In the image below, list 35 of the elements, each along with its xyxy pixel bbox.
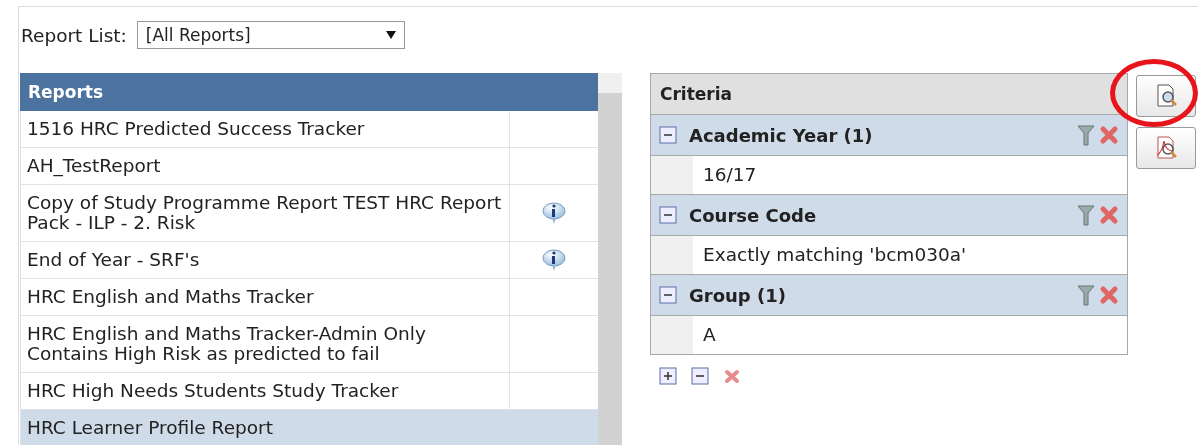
expand-all-icon[interactable] (659, 367, 677, 385)
report-list-label: Report List: (21, 24, 127, 46)
report-name[interactable]: AH_TestReport (21, 148, 510, 184)
panel-header: Criteria (651, 74, 1127, 115)
remove-icon[interactable] (1099, 285, 1119, 305)
report-name[interactable]: HRC English and Maths Tracker-Admin Only Contains High Risk as predicted to fail (21, 316, 510, 372)
criteria-value: A (693, 316, 1127, 354)
scrollbar[interactable] (598, 73, 622, 445)
collapse-icon[interactable] (659, 206, 677, 224)
pdf-preview-button[interactable] (1136, 127, 1196, 169)
table-header: Reports (20, 73, 598, 111)
criteria-title: Group (1) (689, 284, 787, 306)
preview-button[interactable] (1136, 75, 1196, 117)
filter-icon[interactable] (1077, 284, 1095, 306)
report-name[interactable]: HRC High Needs Students Study Tracker (21, 373, 510, 409)
report-name[interactable]: 1516 HRC Predicted Success Tracker (21, 111, 510, 147)
report-name[interactable]: End of Year - SRF's (21, 242, 510, 278)
filter-icon[interactable] (1077, 204, 1095, 226)
criteria-value: 16/17 (693, 156, 1127, 194)
collapse-all-icon[interactable] (691, 367, 709, 385)
caret-icon (385, 31, 396, 39)
collapse-icon[interactable] (659, 126, 677, 144)
report-name[interactable]: HRC English and Maths Tracker (21, 279, 510, 315)
criteria-title: Academic Year (1) (689, 124, 874, 146)
report-name[interactable]: Copy of Study Programme Report TEST HRC Report Pack - ILP - 2. Risk (21, 185, 510, 241)
filter-icon[interactable] (1077, 124, 1095, 146)
info-icon[interactable] (541, 200, 567, 226)
criteria-title: Course Code (689, 204, 818, 226)
remove-icon[interactable] (1099, 205, 1119, 225)
info-icon[interactable] (541, 247, 567, 273)
remove-icon[interactable] (1099, 125, 1119, 145)
clear-all-icon[interactable] (723, 367, 741, 385)
collapse-icon[interactable] (659, 286, 677, 304)
report-list-dropdown[interactable]: [All Reports] (136, 21, 405, 49)
criteria-value: Exactly matching 'bcm030a' (693, 236, 1127, 274)
